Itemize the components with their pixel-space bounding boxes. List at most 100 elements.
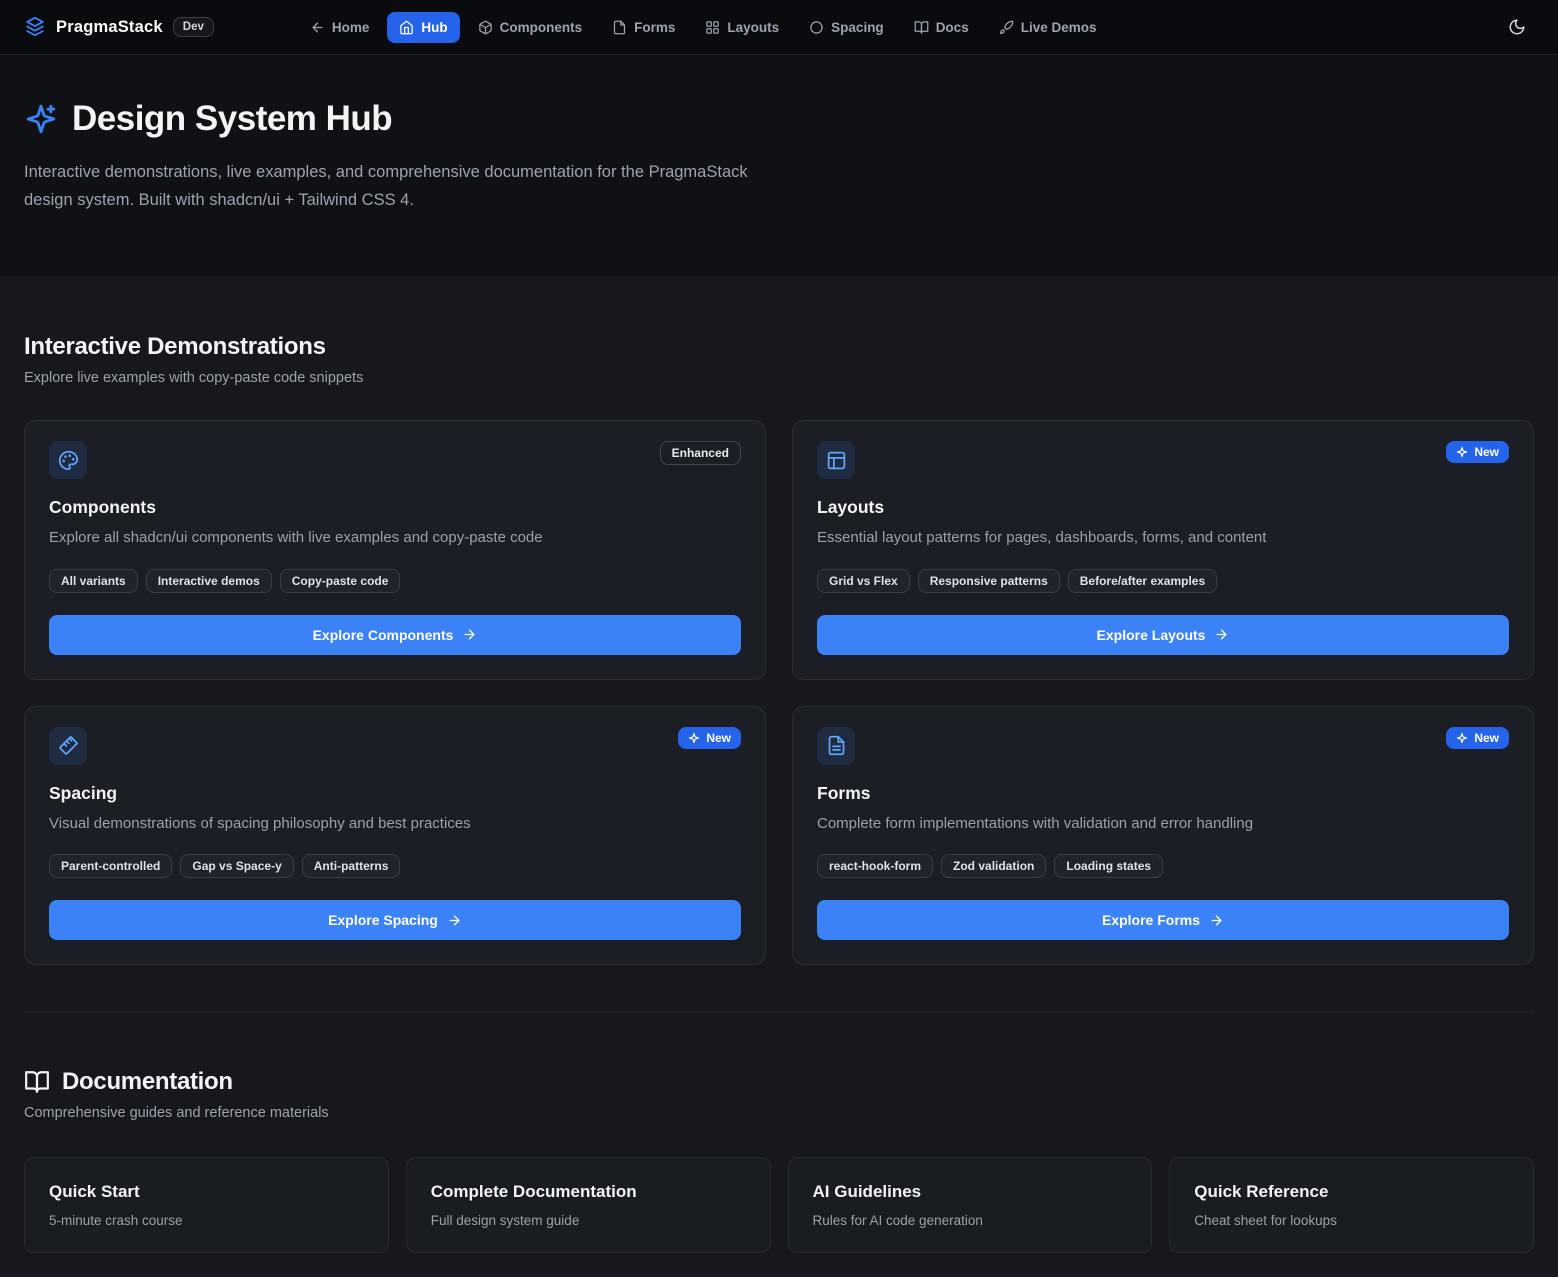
nav-item-components[interactable]: Components	[466, 12, 595, 43]
layers-icon	[24, 16, 46, 38]
card-description: Visual demonstrations of spacing philoso…	[49, 813, 741, 836]
nav-item-home[interactable]: Home	[298, 12, 382, 43]
nav-item-spacing[interactable]: Spacing	[797, 12, 896, 43]
moon-icon	[1508, 18, 1526, 36]
file-text-icon	[817, 727, 855, 765]
book-open-icon	[24, 1069, 50, 1095]
doc-card-title: Quick Start	[49, 1182, 364, 1202]
doc-card-description: Cheat sheet for lookups	[1194, 1213, 1509, 1228]
layout-grid-icon	[705, 20, 720, 35]
nav-item-layouts[interactable]: Layouts	[693, 12, 791, 43]
doc-card-title: Quick Reference	[1194, 1182, 1509, 1202]
brand[interactable]: PragmaStack Dev	[24, 16, 214, 38]
tag: Zod validation	[941, 854, 1046, 878]
demo-card-grid: Enhanced Components Explore all shadcn/u…	[24, 420, 1534, 965]
nav-label: Components	[500, 20, 583, 35]
card-header: Enhanced	[49, 441, 741, 479]
sparkles-icon	[24, 102, 58, 136]
circle-icon	[809, 20, 824, 35]
enhanced-badge: Enhanced	[660, 441, 741, 465]
tag: react-hook-form	[817, 854, 933, 878]
docs-title-text: Documentation	[62, 1068, 233, 1096]
arrow-right-icon	[462, 627, 477, 642]
card-description: Explore all shadcn/ui components with li…	[49, 527, 741, 550]
nav-item-hub[interactable]: Hub	[387, 12, 459, 43]
nav-label: Home	[332, 20, 370, 35]
demos-section-header: Interactive Demonstrations Explore live …	[24, 333, 1534, 386]
house-icon	[399, 20, 414, 35]
sparkles-icon	[1456, 446, 1468, 458]
book-open-icon	[914, 20, 929, 35]
panels-icon	[817, 441, 855, 479]
nav-label: Forms	[634, 20, 675, 35]
page-title-text: Design System Hub	[72, 99, 392, 139]
tag: Loading states	[1054, 854, 1163, 878]
cta-label: Explore Components	[313, 627, 454, 643]
explore-spacing-button[interactable]: Explore Spacing	[49, 900, 741, 940]
docs-section-title: Documentation	[24, 1068, 1534, 1096]
tag-row: react-hook-form Zod validation Loading s…	[817, 854, 1509, 878]
tag: Responsive patterns	[918, 569, 1060, 593]
brand-name: PragmaStack	[56, 18, 163, 37]
new-badge: New	[1446, 441, 1509, 463]
navbar: PragmaStack Dev Home Hub Components Form…	[0, 0, 1558, 55]
card-header: New	[817, 727, 1509, 765]
doc-card-description: Full design system guide	[431, 1213, 746, 1228]
section-divider	[24, 1011, 1534, 1012]
docs-card-grid: Quick Start 5-minute crash course Comple…	[24, 1157, 1534, 1253]
badge-label: New	[706, 731, 731, 745]
rocket-icon	[999, 20, 1014, 35]
card-title: Layouts	[817, 497, 1509, 518]
explore-components-button[interactable]: Explore Components	[49, 615, 741, 655]
badge-label: New	[1474, 445, 1499, 459]
palette-icon	[49, 441, 87, 479]
explore-layouts-button[interactable]: Explore Layouts	[817, 615, 1509, 655]
demos-section-subtitle: Explore live examples with copy-paste co…	[24, 370, 1534, 386]
doc-card-quick-reference[interactable]: Quick Reference Cheat sheet for lookups	[1169, 1157, 1534, 1253]
doc-card-complete-documentation[interactable]: Complete Documentation Full design syste…	[406, 1157, 771, 1253]
doc-card-title: Complete Documentation	[431, 1182, 746, 1202]
sparkles-icon	[1456, 732, 1468, 744]
new-badge: New	[678, 727, 741, 749]
dev-badge: Dev	[173, 17, 214, 37]
explore-forms-button[interactable]: Explore Forms	[817, 900, 1509, 940]
box-icon	[478, 20, 493, 35]
nav-label: Docs	[936, 20, 969, 35]
nav-item-forms[interactable]: Forms	[600, 12, 687, 43]
nav-label: Live Demos	[1021, 20, 1097, 35]
doc-card-quick-start[interactable]: Quick Start 5-minute crash course	[24, 1157, 389, 1253]
arrow-right-icon	[1214, 627, 1229, 642]
nav-label: Layouts	[727, 20, 779, 35]
tag: All variants	[49, 569, 138, 593]
nav-item-live-demos[interactable]: Live Demos	[987, 12, 1109, 43]
tag-row: All variants Interactive demos Copy-past…	[49, 569, 741, 593]
page-title: Design System Hub	[24, 99, 1534, 139]
cta-label: Explore Spacing	[328, 912, 438, 928]
card-title: Forms	[817, 783, 1509, 804]
arrow-right-icon	[1209, 913, 1224, 928]
hero-subtitle: Interactive demonstrations, live example…	[24, 159, 769, 214]
tag: Gap vs Space-y	[180, 854, 293, 878]
new-badge: New	[1446, 727, 1509, 749]
docs-section-subtitle: Comprehensive guides and reference mater…	[24, 1105, 1534, 1121]
nav-label: Hub	[421, 20, 447, 35]
tag: Grid vs Flex	[817, 569, 910, 593]
cta-label: Explore Forms	[1102, 912, 1200, 928]
nav-label: Spacing	[831, 20, 884, 35]
card-description: Essential layout patterns for pages, das…	[817, 527, 1509, 550]
card-header: New	[49, 727, 741, 765]
demo-card-components: Enhanced Components Explore all shadcn/u…	[24, 420, 766, 680]
demos-section-title: Interactive Demonstrations	[24, 333, 1534, 361]
theme-toggle-button[interactable]	[1500, 10, 1534, 44]
doc-card-description: 5-minute crash course	[49, 1213, 364, 1228]
tag-row: Parent-controlled Gap vs Space-y Anti-pa…	[49, 854, 741, 878]
nav-links: Home Hub Components Forms Layouts Spacin…	[298, 12, 1109, 43]
ruler-icon	[49, 727, 87, 765]
card-title: Components	[49, 497, 741, 518]
doc-card-description: Rules for AI code generation	[813, 1213, 1128, 1228]
tag: Parent-controlled	[49, 854, 172, 878]
nav-item-docs[interactable]: Docs	[902, 12, 981, 43]
file-text-icon	[612, 20, 627, 35]
tag: Anti-patterns	[302, 854, 401, 878]
doc-card-ai-guidelines[interactable]: AI Guidelines Rules for AI code generati…	[788, 1157, 1153, 1253]
